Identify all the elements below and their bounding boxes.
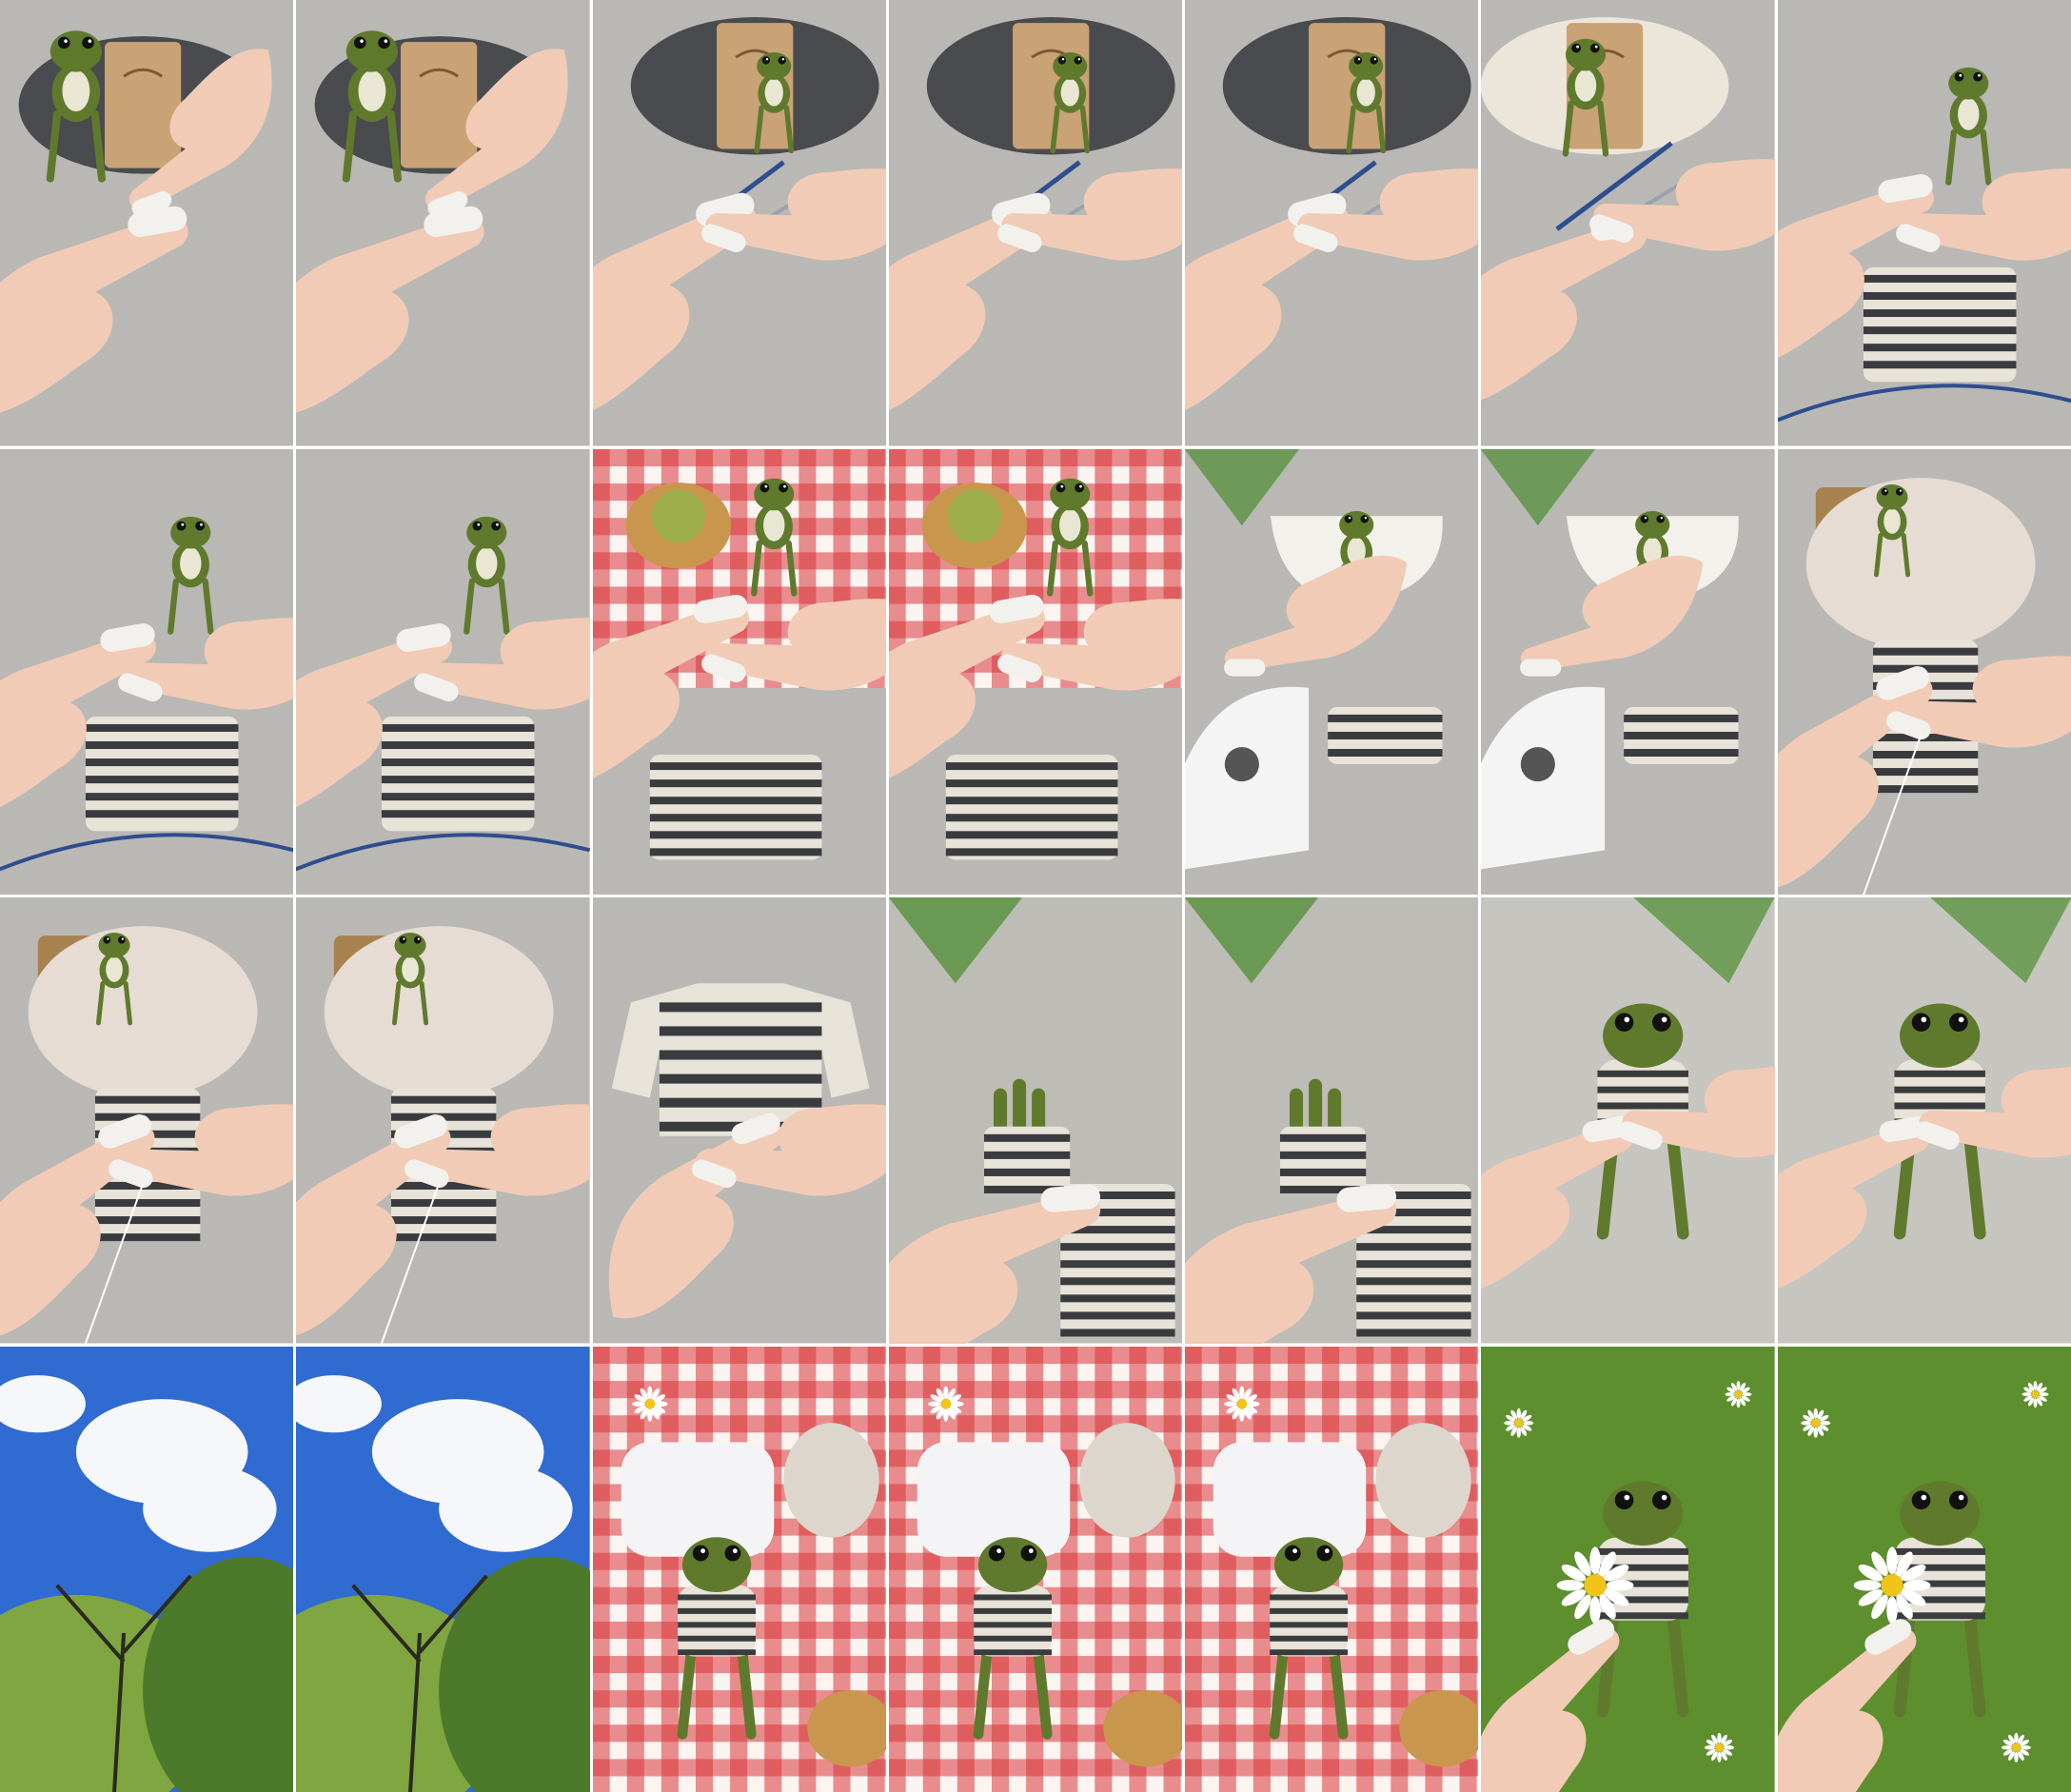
collage-frame-picnic-frog	[888, 1346, 1183, 1792]
collage-frame-iron-tub	[1185, 448, 1479, 895]
frame-photo	[1481, 0, 1775, 446]
collage-frame-frog-hand	[1185, 897, 1479, 1344]
frame-photo	[1777, 0, 2071, 446]
collage-frame-picnic-frog	[1185, 1346, 1479, 1792]
frame-photo	[0, 897, 294, 1344]
collage-frame-iron-tub	[1481, 448, 1775, 895]
collage-frame-sky-trees	[0, 1346, 294, 1792]
collage-frame-picnic-knit	[888, 448, 1183, 895]
frame-photo	[1777, 1346, 2071, 1792]
photo-collage	[0, 0, 2071, 1792]
frame-photo	[1777, 448, 2071, 895]
frame-photo	[1481, 897, 1775, 1344]
collage-frame-picnic-frog	[592, 1346, 886, 1792]
frame-photo	[1481, 448, 1775, 895]
frame-photo	[0, 448, 294, 895]
collage-frame-frog-dressed	[1777, 897, 2071, 1344]
collage-frame-daisy-frog	[1777, 1346, 2071, 1792]
collage-frame-sky-trees	[296, 1346, 590, 1792]
frame-photo	[888, 897, 1183, 1344]
frame-photo	[592, 1346, 886, 1792]
collage-frame-knit-needles-cream	[1481, 0, 1775, 446]
frame-photo	[592, 448, 886, 895]
frame-photo	[1185, 897, 1479, 1344]
collage-frame-daisy-frog	[1481, 1346, 1775, 1792]
frame-photo	[1185, 1346, 1479, 1792]
collage-frame-knit-needles-dark	[1185, 0, 1479, 446]
frame-photo	[1481, 1346, 1775, 1792]
collage-frame-knit-start-dark	[296, 0, 590, 446]
collage-frame-sew-sleeve	[1777, 448, 2071, 895]
collage-frame-knit-piece	[0, 448, 294, 895]
frame-photo	[888, 448, 1183, 895]
frame-photo	[1185, 448, 1479, 895]
frame-photo	[296, 448, 590, 895]
collage-frame-sweater-hold	[592, 897, 886, 1344]
collage-frame-frog-dressed	[1481, 897, 1775, 1344]
collage-frame-knit-piece	[1777, 0, 2071, 446]
frame-photo	[592, 0, 886, 446]
frame-photo	[296, 897, 590, 1344]
frame-photo	[296, 1346, 590, 1792]
collage-frame-knit-start-dark	[0, 0, 294, 446]
collage-frame-picnic-knit	[592, 448, 886, 895]
collage-frame-sew-sleeve	[296, 897, 590, 1344]
collage-frame-frog-hand	[888, 897, 1183, 1344]
collage-frame-knit-needles-dark	[888, 0, 1183, 446]
frame-photo	[0, 0, 294, 446]
frame-photo	[0, 1346, 294, 1792]
frame-photo	[888, 0, 1183, 446]
frame-photo	[1185, 0, 1479, 446]
collage-frame-knit-needles-dark	[592, 0, 886, 446]
frame-photo	[592, 897, 886, 1344]
frame-photo	[1777, 897, 2071, 1344]
frame-photo	[888, 1346, 1183, 1792]
frame-photo	[296, 0, 590, 446]
collage-frame-sew-sleeve	[0, 897, 294, 1344]
collage-frame-knit-piece	[296, 448, 590, 895]
